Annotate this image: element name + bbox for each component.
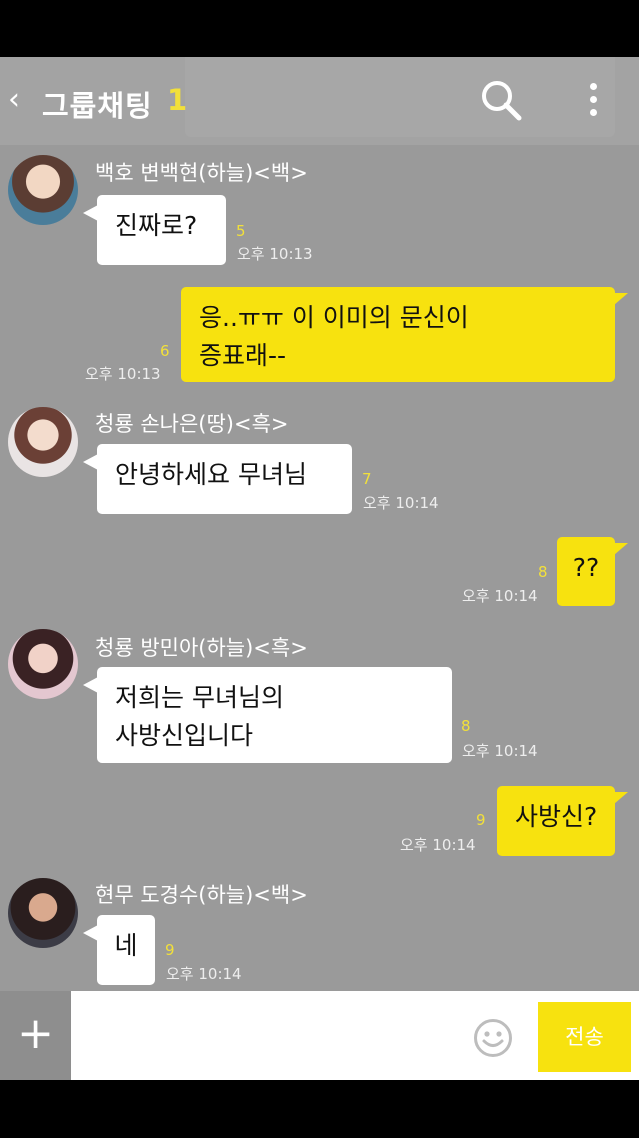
sender-name: 현무 도경수(하늘)<백> — [95, 883, 308, 907]
unread-count: 9 — [476, 811, 486, 829]
status-bar — [0, 0, 639, 57]
message-time: 오후 10:14 — [363, 494, 439, 512]
message-time: 오후 10:13 — [237, 245, 313, 263]
input-bar: + 전송 — [0, 991, 639, 1080]
message-time: 오후 10:14 — [400, 836, 476, 854]
incoming-message[interactable]: 진짜로? — [83, 195, 226, 265]
search-icon[interactable] — [480, 79, 522, 121]
member-count: 1 — [167, 83, 188, 117]
attach-button[interactable]: + — [0, 991, 71, 1080]
avatar[interactable] — [8, 407, 78, 477]
outgoing-message[interactable]: ?? — [557, 537, 628, 606]
message-text: 저희는 무녀님의 — [115, 683, 284, 712]
unread-count: 6 — [160, 342, 170, 360]
avatar[interactable] — [8, 878, 78, 948]
outgoing-message[interactable]: 응..ㅠㅠ 이 이미의 문신이 증표래-- — [181, 287, 628, 382]
send-button[interactable]: 전송 — [538, 1002, 631, 1072]
message-time: 오후 10:14 — [462, 587, 538, 605]
unread-count: 8 — [461, 717, 471, 735]
unread-count: 8 — [538, 563, 548, 581]
chat-screen: ‹ 그룹채팅 1 백호 변백현(하늘)<백> 진짜로? 5 오후 10:13 6… — [0, 57, 639, 1080]
message-text: 진짜로? — [115, 211, 198, 240]
message-time: 오후 10:13 — [85, 365, 161, 383]
chevron-left-icon[interactable]: ‹ — [8, 85, 20, 115]
header-overlay — [185, 57, 615, 137]
message-time: 오후 10:14 — [462, 742, 538, 760]
chat-title: 그룹채팅 — [42, 89, 153, 123]
bottom-bar — [0, 1080, 639, 1138]
message-text: 증표래-- — [199, 341, 287, 370]
message-text: 안녕하세요 무녀님 — [115, 460, 307, 489]
unread-count: 9 — [165, 941, 175, 959]
unread-count: 7 — [362, 470, 372, 488]
chat-header: ‹ 그룹채팅 1 — [0, 57, 639, 145]
outgoing-message[interactable]: 사방신? — [497, 786, 628, 856]
message-list[interactable]: 백호 변백현(하늘)<백> 진짜로? 5 오후 10:13 6 오후 10:13… — [0, 145, 639, 991]
more-vertical-icon[interactable] — [578, 79, 608, 123]
message-text: ?? — [572, 553, 600, 582]
incoming-message[interactable]: 저희는 무녀님의 사방신입니다 — [83, 667, 452, 763]
avatar[interactable] — [8, 629, 78, 699]
unread-count: 5 — [236, 222, 246, 240]
message-text: 사방신? — [515, 802, 598, 831]
smiley-icon[interactable] — [473, 1018, 513, 1058]
message-text: 사방신입니다 — [115, 721, 254, 750]
message-time: 오후 10:14 — [166, 965, 242, 983]
sender-name: 청룡 방민아(하늘)<흑> — [95, 636, 308, 660]
message-text: 네 — [114, 931, 138, 960]
message-text: 응..ㅠㅠ 이 이미의 문신이 — [199, 303, 469, 332]
avatar[interactable] — [8, 155, 78, 225]
incoming-message[interactable]: 네 — [83, 915, 155, 985]
sender-name: 청룡 손나은(땅)<흑> — [95, 412, 289, 436]
sender-name: 백호 변백현(하늘)<백> — [95, 161, 308, 185]
incoming-message[interactable]: 안녕하세요 무녀님 — [83, 444, 352, 514]
